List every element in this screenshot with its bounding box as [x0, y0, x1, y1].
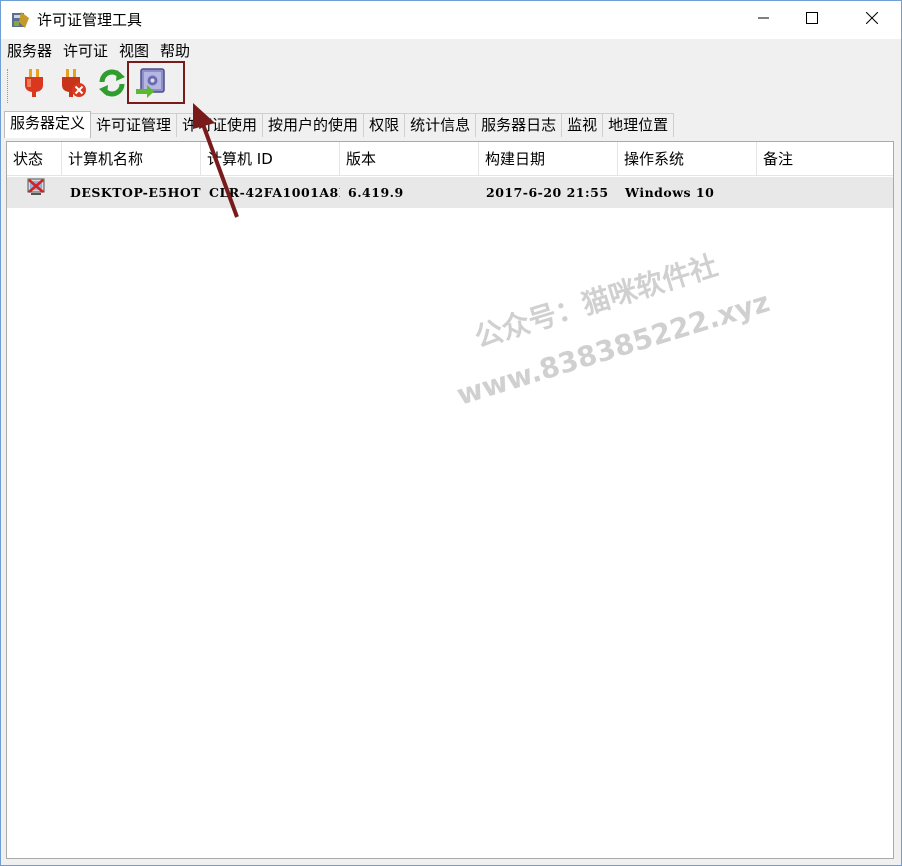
- column-header-note[interactable]: 备注: [757, 142, 893, 176]
- disconnect-plug-icon: [58, 67, 88, 103]
- row-computer-id: CLR-42FA1001A8E: [209, 185, 340, 200]
- refresh-button[interactable]: [94, 67, 130, 103]
- tab-statistics[interactable]: 统计信息: [404, 113, 477, 137]
- tab-server-definition[interactable]: 服务器定义: [4, 111, 92, 138]
- tab-license-usage[interactable]: 许可证使用: [176, 113, 264, 137]
- column-header-computer-name[interactable]: 计算机名称: [62, 142, 201, 176]
- server-list[interactable]: 状态 计算机名称 计算机 ID 版本 构建日期 操作系统 备注 DESKTOP-…: [6, 141, 894, 859]
- table-row[interactable]: DESKTOP-E5HOT4U CLR-42FA1001A8E 6.419.9 …: [7, 177, 893, 208]
- tab-bar: 服务器定义 许可证管理 许可证使用 按用户的使用 权限 统计信息 服务器日志 监…: [4, 111, 900, 138]
- connect-button[interactable]: [16, 67, 52, 103]
- disconnect-button[interactable]: [55, 67, 91, 103]
- minimize-icon: [758, 12, 770, 28]
- maximize-icon: [806, 12, 818, 28]
- tab-server-log[interactable]: 服务器日志: [475, 113, 563, 137]
- disconnected-status-icon: [26, 177, 46, 208]
- column-header-version[interactable]: 版本: [340, 142, 479, 176]
- tab-geolocation[interactable]: 地理位置: [602, 113, 675, 137]
- maximize-button[interactable]: [789, 1, 835, 39]
- row-version: 6.419.9: [348, 185, 404, 200]
- row-note: [762, 177, 893, 208]
- tab-license-management[interactable]: 许可证管理: [90, 113, 178, 137]
- refresh-icon: [97, 68, 127, 102]
- column-header-computer-id[interactable]: 计算机 ID: [201, 142, 340, 176]
- menu-help[interactable]: 帮助: [154, 39, 195, 63]
- window-title: 许可证管理工具: [37, 11, 143, 29]
- minimize-button[interactable]: [741, 1, 787, 39]
- tab-usage-by-user[interactable]: 按用户的使用: [262, 113, 365, 137]
- close-icon: [865, 11, 879, 28]
- tab-permissions[interactable]: 权限: [363, 113, 406, 137]
- license-manager-window: 许可证管理工具 服务器 许可证 视图 帮助 服务器定义 许可证管理 许可证使用 …: [0, 0, 902, 866]
- app-icon: [11, 10, 31, 30]
- row-build-date: 2017-6-20 21:55: [486, 185, 609, 200]
- row-computer-name: DESKTOP-E5HOT4U: [70, 185, 201, 200]
- menu-server[interactable]: 服务器: [1, 39, 57, 63]
- column-header-os[interactable]: 操作系统: [618, 142, 757, 176]
- menu-license[interactable]: 许可证: [57, 39, 113, 63]
- column-header-build-date[interactable]: 构建日期: [479, 142, 618, 176]
- menu-bar: 服务器 许可证 视图 帮助: [1, 39, 901, 63]
- title-bar: 许可证管理工具: [1, 1, 901, 39]
- list-header: 状态 计算机名称 计算机 ID 版本 构建日期 操作系统 备注: [7, 142, 893, 176]
- tab-monitor[interactable]: 监视: [561, 113, 604, 137]
- toolbar-grip: [7, 69, 10, 103]
- connect-plug-icon: [20, 67, 48, 103]
- row-status: [7, 177, 62, 208]
- row-os: Windows 10: [625, 185, 715, 200]
- highlight-annotation: [127, 61, 185, 104]
- close-button[interactable]: [849, 1, 895, 39]
- menu-view[interactable]: 视图: [113, 39, 154, 63]
- column-header-status[interactable]: 状态: [7, 142, 62, 176]
